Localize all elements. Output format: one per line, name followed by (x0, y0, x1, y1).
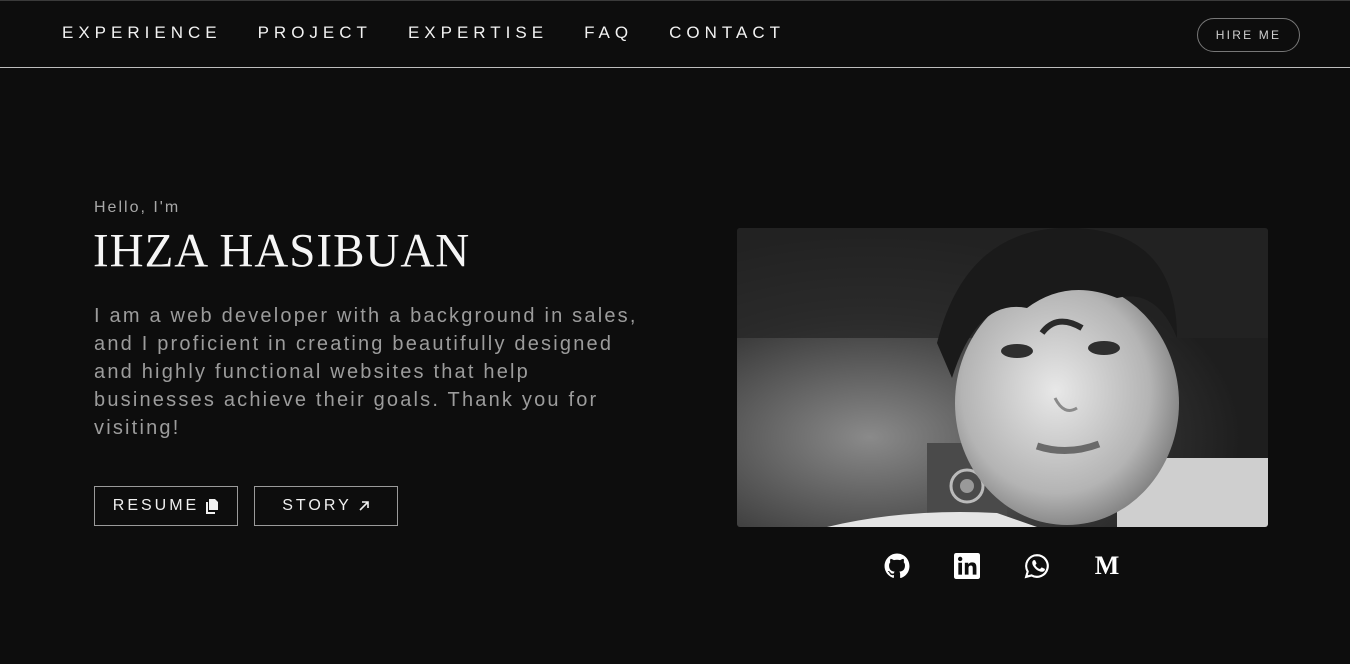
nav-experience[interactable]: EXPERIENCE (62, 23, 222, 43)
whatsapp-icon[interactable] (1024, 552, 1050, 580)
profile-photo (737, 228, 1268, 527)
main-nav: EXPERIENCE PROJECT EXPERTISE FAQ CONTACT (62, 23, 821, 43)
top-navbar: EXPERIENCE PROJECT EXPERTISE FAQ CONTACT… (0, 0, 1350, 68)
resume-label: RESUME (112, 497, 200, 514)
github-icon[interactable] (884, 552, 910, 580)
external-arrow-icon (358, 500, 370, 512)
nav-expertise[interactable]: EXPERTISE (408, 23, 548, 43)
social-links: M (884, 552, 1120, 580)
page-title: IHZA HASIBUAN (93, 224, 471, 278)
bio-text: I am a web developer with a background i… (94, 305, 638, 439)
resume-button[interactable]: RESUME (94, 486, 238, 526)
copy-file-icon (205, 498, 219, 514)
nav-contact[interactable]: CONTACT (669, 23, 785, 43)
medium-icon[interactable]: M (1094, 552, 1120, 580)
nav-faq[interactable]: FAQ (584, 23, 633, 43)
hire-me-button[interactable]: HIRE ME (1197, 18, 1300, 52)
story-button[interactable]: STORY (254, 486, 398, 526)
greeting-text: Hello, I'm (94, 199, 181, 216)
linkedin-icon[interactable] (954, 552, 980, 580)
medium-glyph: M (1094, 551, 1120, 580)
story-label: STORY (282, 497, 352, 514)
nav-project[interactable]: PROJECT (258, 23, 372, 43)
